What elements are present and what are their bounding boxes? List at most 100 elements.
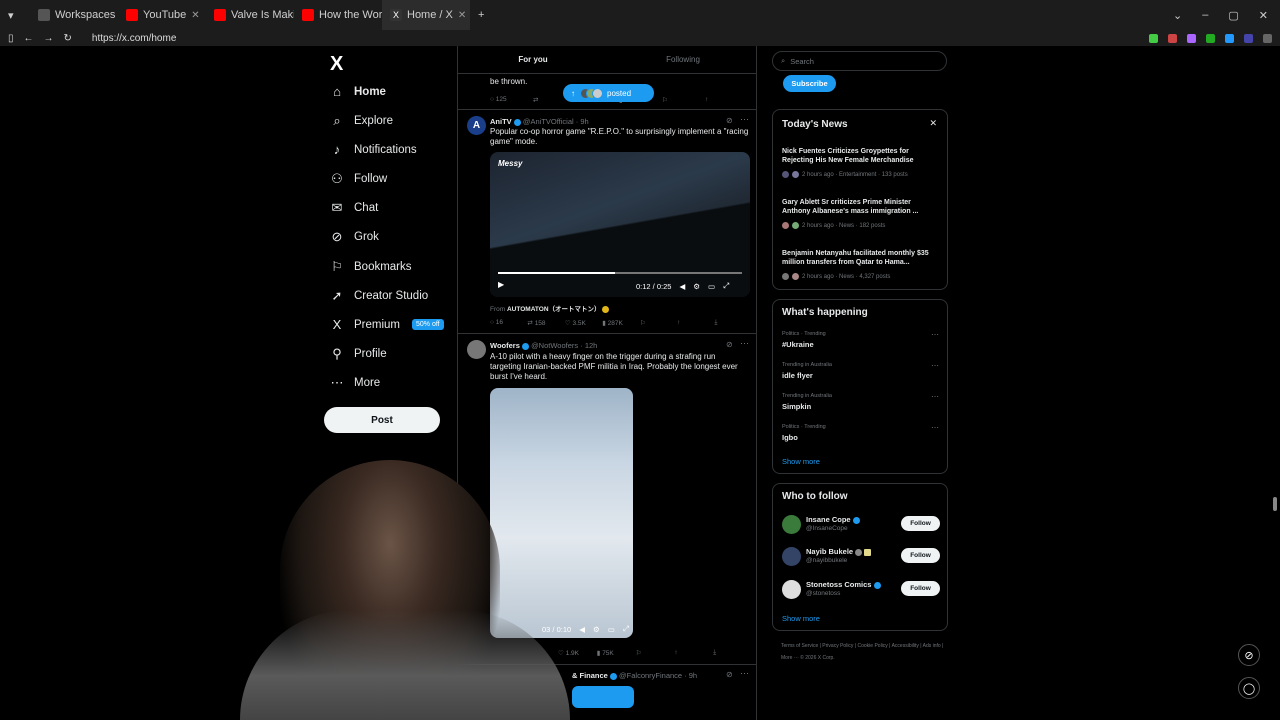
trend-name[interactable]: idle flyer xyxy=(782,371,813,380)
more-options-icon[interactable]: ⋯ xyxy=(740,338,749,349)
extension-icon[interactable] xyxy=(1263,33,1272,43)
play-icon[interactable]: ▶ xyxy=(498,280,504,289)
tweet-time[interactable]: 12h xyxy=(585,341,598,350)
bookmark-icon[interactable]: ⚐ xyxy=(640,319,677,327)
settings-icon[interactable]: ⚙ xyxy=(693,282,700,291)
tweet-video[interactable]: Messy ▶ 0:12 / 0:25 ◀ ⚙ ▭ ⤢ xyxy=(490,152,750,297)
browser-menu-icon[interactable]: ▾ xyxy=(0,0,30,30)
bookmark-icon[interactable]: ⚐ xyxy=(662,96,705,104)
follow-suggestion-name[interactable]: Insane Cope xyxy=(806,515,860,524)
footer-links[interactable]: Terms of Service | Privacy Policy | Cook… xyxy=(781,640,951,664)
more-options-icon[interactable]: ⋯ xyxy=(931,423,939,432)
follow-button[interactable]: Follow xyxy=(901,581,940,596)
extension-icon[interactable] xyxy=(1149,33,1158,43)
extension-icon[interactable] xyxy=(1168,33,1177,43)
follow-button[interactable]: Follow xyxy=(901,516,940,531)
author-name[interactable]: Woofers xyxy=(490,341,520,350)
trend-name[interactable]: Simpkin xyxy=(782,402,811,411)
maximize-icon[interactable]: ▢ xyxy=(1228,9,1238,22)
more-options-icon[interactable]: ⋯ xyxy=(740,114,749,125)
follow-suggestion-name[interactable]: Stonetoss Comics xyxy=(806,580,881,589)
more-options-icon[interactable]: ⋯ xyxy=(931,392,939,401)
more-options-icon[interactable]: ⋯ xyxy=(740,668,749,679)
new-posts-pill[interactable]: ↑ posted xyxy=(563,84,654,102)
fullscreen-icon[interactable]: ⤢ xyxy=(723,281,729,291)
follow-suggestion-name[interactable]: Nayib Bukele xyxy=(806,547,872,556)
repost-action[interactable]: ⇄ 158 xyxy=(527,319,564,327)
show-more-link[interactable]: Show more xyxy=(782,614,820,623)
tweet-time[interactable]: 9h xyxy=(580,117,588,126)
sidebar-item-grok[interactable]: ⊘ Grok xyxy=(330,229,379,245)
video-progress-track[interactable] xyxy=(498,272,742,274)
page-scrollbar[interactable] xyxy=(1273,497,1277,511)
grok-float-icon[interactable]: ⊘ xyxy=(1238,644,1260,666)
x-logo[interactable]: X xyxy=(330,53,343,76)
sidebar-item-explore[interactable]: ⌕ Explore xyxy=(330,113,393,129)
news-item-title[interactable]: Benjamin Netanyahu facilitated monthly $… xyxy=(782,249,940,267)
tab-following[interactable]: Following xyxy=(608,46,756,73)
avatar[interactable] xyxy=(782,515,801,534)
browser-tab-youtube[interactable]: YouTube ✕ xyxy=(118,0,206,30)
pip-icon[interactable]: ▭ xyxy=(608,625,615,634)
avatar[interactable] xyxy=(782,547,801,566)
sidebar-item-profile[interactable]: ⚲ Profile xyxy=(330,346,386,362)
news-item-title[interactable]: Gary Ablett Sr criticizes Prime Minister… xyxy=(782,198,940,216)
mute-icon[interactable]: ◀ xyxy=(579,625,585,634)
download-icon[interactable]: ⤓ xyxy=(715,319,752,327)
trend-name[interactable]: Igbo xyxy=(782,433,798,442)
show-more-link[interactable]: Show more xyxy=(782,457,820,466)
sidebar-item-more[interactable]: ⋯ More xyxy=(330,375,381,391)
mute-icon[interactable]: ◀ xyxy=(679,282,685,291)
author-name[interactable]: AniTV xyxy=(490,117,512,126)
close-icon[interactable]: ✕ xyxy=(458,10,466,21)
trend-name[interactable]: #Ukraine xyxy=(782,340,814,349)
views-action[interactable]: ▮ 75K xyxy=(597,649,636,657)
search-input[interactable]: ⌕ Search xyxy=(772,51,947,71)
settings-icon[interactable]: ⚙ xyxy=(593,625,600,634)
window-close-icon[interactable]: ✕ xyxy=(1259,9,1268,22)
sidebar-item-creator-studio[interactable]: ➚ Creator Studio xyxy=(330,288,429,304)
pip-icon[interactable]: ▭ xyxy=(708,282,715,291)
chat-float-icon[interactable]: ◯ xyxy=(1238,677,1260,699)
post-button[interactable]: Post xyxy=(324,407,440,433)
browser-tab-x-home[interactable]: X Home / X ✕ xyxy=(382,0,470,30)
avatar[interactable] xyxy=(467,340,486,359)
extension-icon[interactable] xyxy=(1206,33,1215,43)
browser-tab-worlds-largest[interactable]: How the World's Large✕ xyxy=(294,0,382,30)
reload-icon[interactable]: ↻ xyxy=(64,33,72,44)
back-icon[interactable]: ← xyxy=(24,33,34,44)
views-action[interactable]: ▮ 287K xyxy=(602,319,639,327)
close-icon[interactable]: ✕ xyxy=(191,10,199,21)
avatar[interactable] xyxy=(782,580,801,599)
news-item-title[interactable]: Nick Fuentes Criticizes Groypettes for R… xyxy=(782,147,940,165)
browser-tab-valve[interactable]: Valve Is Making Some✕ xyxy=(206,0,294,30)
browser-tab-workspaces[interactable]: Workspaces xyxy=(30,0,118,30)
tweet-time[interactable]: 9h xyxy=(689,671,697,680)
download-icon[interactable]: ⤓ xyxy=(713,649,752,657)
reply-action[interactable]: ○ 16 xyxy=(490,319,527,327)
sidebar-item-follow[interactable]: ⚇ Follow xyxy=(330,171,387,187)
fullscreen-icon[interactable]: ⤢ xyxy=(623,624,629,634)
follow-button[interactable]: Follow xyxy=(901,548,940,563)
close-icon[interactable]: ✕ xyxy=(929,118,937,129)
extension-icon[interactable] xyxy=(1225,33,1234,43)
sidebar-item-chat[interactable]: ✉ Chat xyxy=(330,200,379,216)
sidebar-item-premium[interactable]: X Premium 50% off xyxy=(330,317,444,332)
author-handle[interactable]: @NotWoofers xyxy=(531,341,578,350)
share-icon[interactable]: ↑ xyxy=(674,649,713,657)
more-options-icon[interactable]: ⋯ xyxy=(931,361,939,370)
grok-icon[interactable]: ⊘ xyxy=(726,116,733,125)
tab-for-you[interactable]: For you xyxy=(458,46,608,73)
grok-icon[interactable]: ⊘ xyxy=(726,670,733,679)
url-field[interactable]: https://x.com/home xyxy=(92,33,176,44)
bookmark-icon[interactable]: ⚐ xyxy=(636,649,675,657)
author-name[interactable]: & Finance xyxy=(572,671,608,680)
author-handle[interactable]: @FalconryFinance xyxy=(619,671,682,680)
extension-icon[interactable] xyxy=(1244,33,1253,43)
share-icon[interactable]: ↑ xyxy=(677,319,714,327)
sidebar-toggle-icon[interactable]: ▯ xyxy=(8,33,14,44)
like-action[interactable]: ♡ 3.5K xyxy=(565,319,602,327)
sidebar-item-notifications[interactable]: ♪ Notifications xyxy=(330,142,417,157)
sidebar-item-bookmarks[interactable]: ⚐ Bookmarks xyxy=(330,259,411,275)
reply-action[interactable]: ○ 125 xyxy=(490,96,533,104)
